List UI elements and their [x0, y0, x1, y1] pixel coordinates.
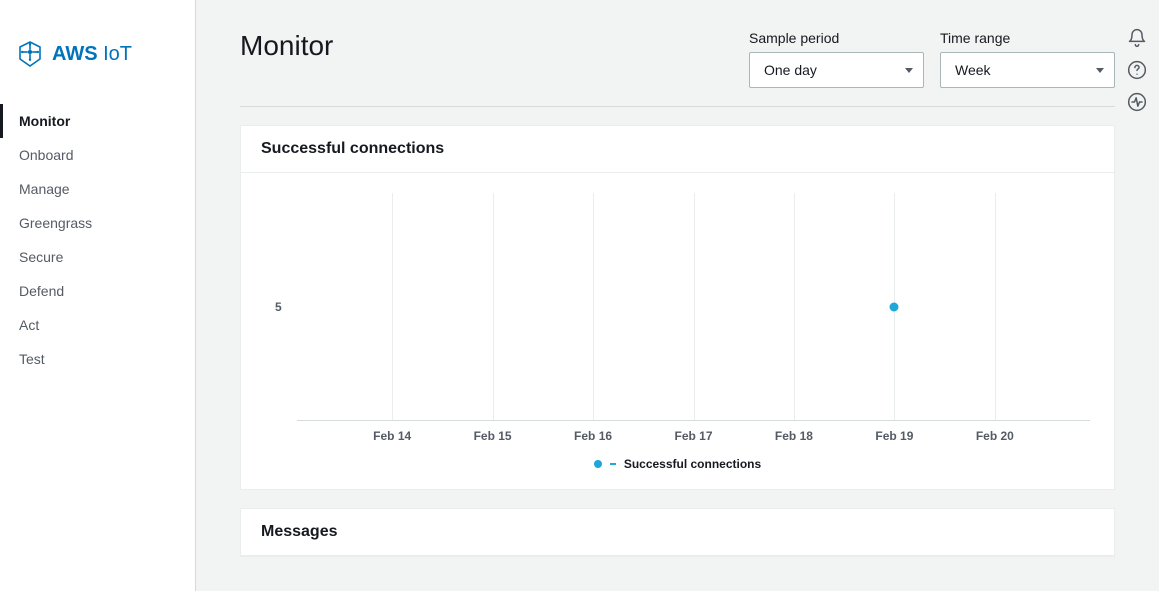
caret-down-icon: [905, 68, 913, 73]
sample-period-select[interactable]: One day: [749, 52, 924, 88]
aws-iot-icon: [18, 40, 42, 68]
activity-icon[interactable]: [1127, 92, 1147, 112]
chart-gridline: [593, 193, 594, 420]
sidebar-item-secure[interactable]: Secure: [0, 240, 195, 274]
chart-plot-area: [297, 193, 1090, 421]
utility-rail: [1115, 28, 1159, 112]
chart-gridline: [694, 193, 695, 420]
sidebar-item-onboard[interactable]: Onboard: [0, 138, 195, 172]
chart-datapoint: [890, 302, 899, 311]
chart-xtick: Feb 19: [875, 429, 913, 443]
page-header: Monitor Sample period One day Time range…: [240, 30, 1115, 107]
time-range-label: Time range: [940, 30, 1115, 46]
sample-period-control: Sample period One day: [749, 30, 924, 88]
chart-xtick: Feb 18: [775, 429, 813, 443]
page-title: Monitor: [240, 30, 333, 62]
sidebar-item-monitor[interactable]: Monitor: [0, 104, 195, 138]
time-range-select[interactable]: Week: [940, 52, 1115, 88]
connections-card: Successful connections 5 Feb 14 Feb 15 Feb…: [240, 125, 1115, 490]
chart-gridline: [392, 193, 393, 420]
help-icon[interactable]: [1127, 60, 1147, 80]
connections-card-title: Successful connections: [241, 126, 1114, 173]
legend-label: Successful connections: [624, 457, 761, 471]
connections-chart: 5 Feb 14 Feb 15 Feb 16 Feb 17 Feb 18 Feb 19 Fe…: [261, 187, 1094, 457]
chart-xtick: Feb 17: [674, 429, 712, 443]
brand-title: AWS IoT: [52, 43, 132, 66]
chart-xtick: Feb 20: [976, 429, 1014, 443]
chart-xtick: Feb 15: [474, 429, 512, 443]
header-controls: Sample period One day Time range Week: [749, 30, 1115, 88]
messages-card-title: Messages: [241, 509, 1114, 556]
chart-xtick: Feb 14: [373, 429, 411, 443]
caret-down-icon: [1096, 68, 1104, 73]
chart-ytick: 5: [275, 300, 282, 314]
sidebar: AWS IoT Monitor Onboard Manage Greengras…: [0, 0, 196, 591]
sidebar-nav: Monitor Onboard Manage Greengrass Secure…: [0, 96, 195, 376]
time-range-value: Week: [955, 62, 991, 78]
sidebar-item-act[interactable]: Act: [0, 308, 195, 342]
main-content: Monitor Sample period One day Time range…: [196, 0, 1159, 591]
chart-gridline: [794, 193, 795, 420]
chart-gridline: [493, 193, 494, 420]
chart-gridline: [995, 193, 996, 420]
sidebar-item-defend[interactable]: Defend: [0, 274, 195, 308]
sidebar-item-greengrass[interactable]: Greengrass: [0, 206, 195, 240]
time-range-control: Time range Week: [940, 30, 1115, 88]
chart-xtick: Feb 16: [574, 429, 612, 443]
brand[interactable]: AWS IoT: [0, 40, 195, 96]
sidebar-item-manage[interactable]: Manage: [0, 172, 195, 206]
messages-card: Messages: [240, 508, 1115, 557]
sample-period-value: One day: [764, 62, 817, 78]
sample-period-label: Sample period: [749, 30, 924, 46]
legend-dash-icon: [610, 463, 616, 465]
chart-legend: Successful connections: [261, 457, 1094, 471]
notifications-icon[interactable]: [1127, 28, 1147, 48]
legend-dot-icon: [594, 460, 602, 468]
sidebar-item-test[interactable]: Test: [0, 342, 195, 376]
